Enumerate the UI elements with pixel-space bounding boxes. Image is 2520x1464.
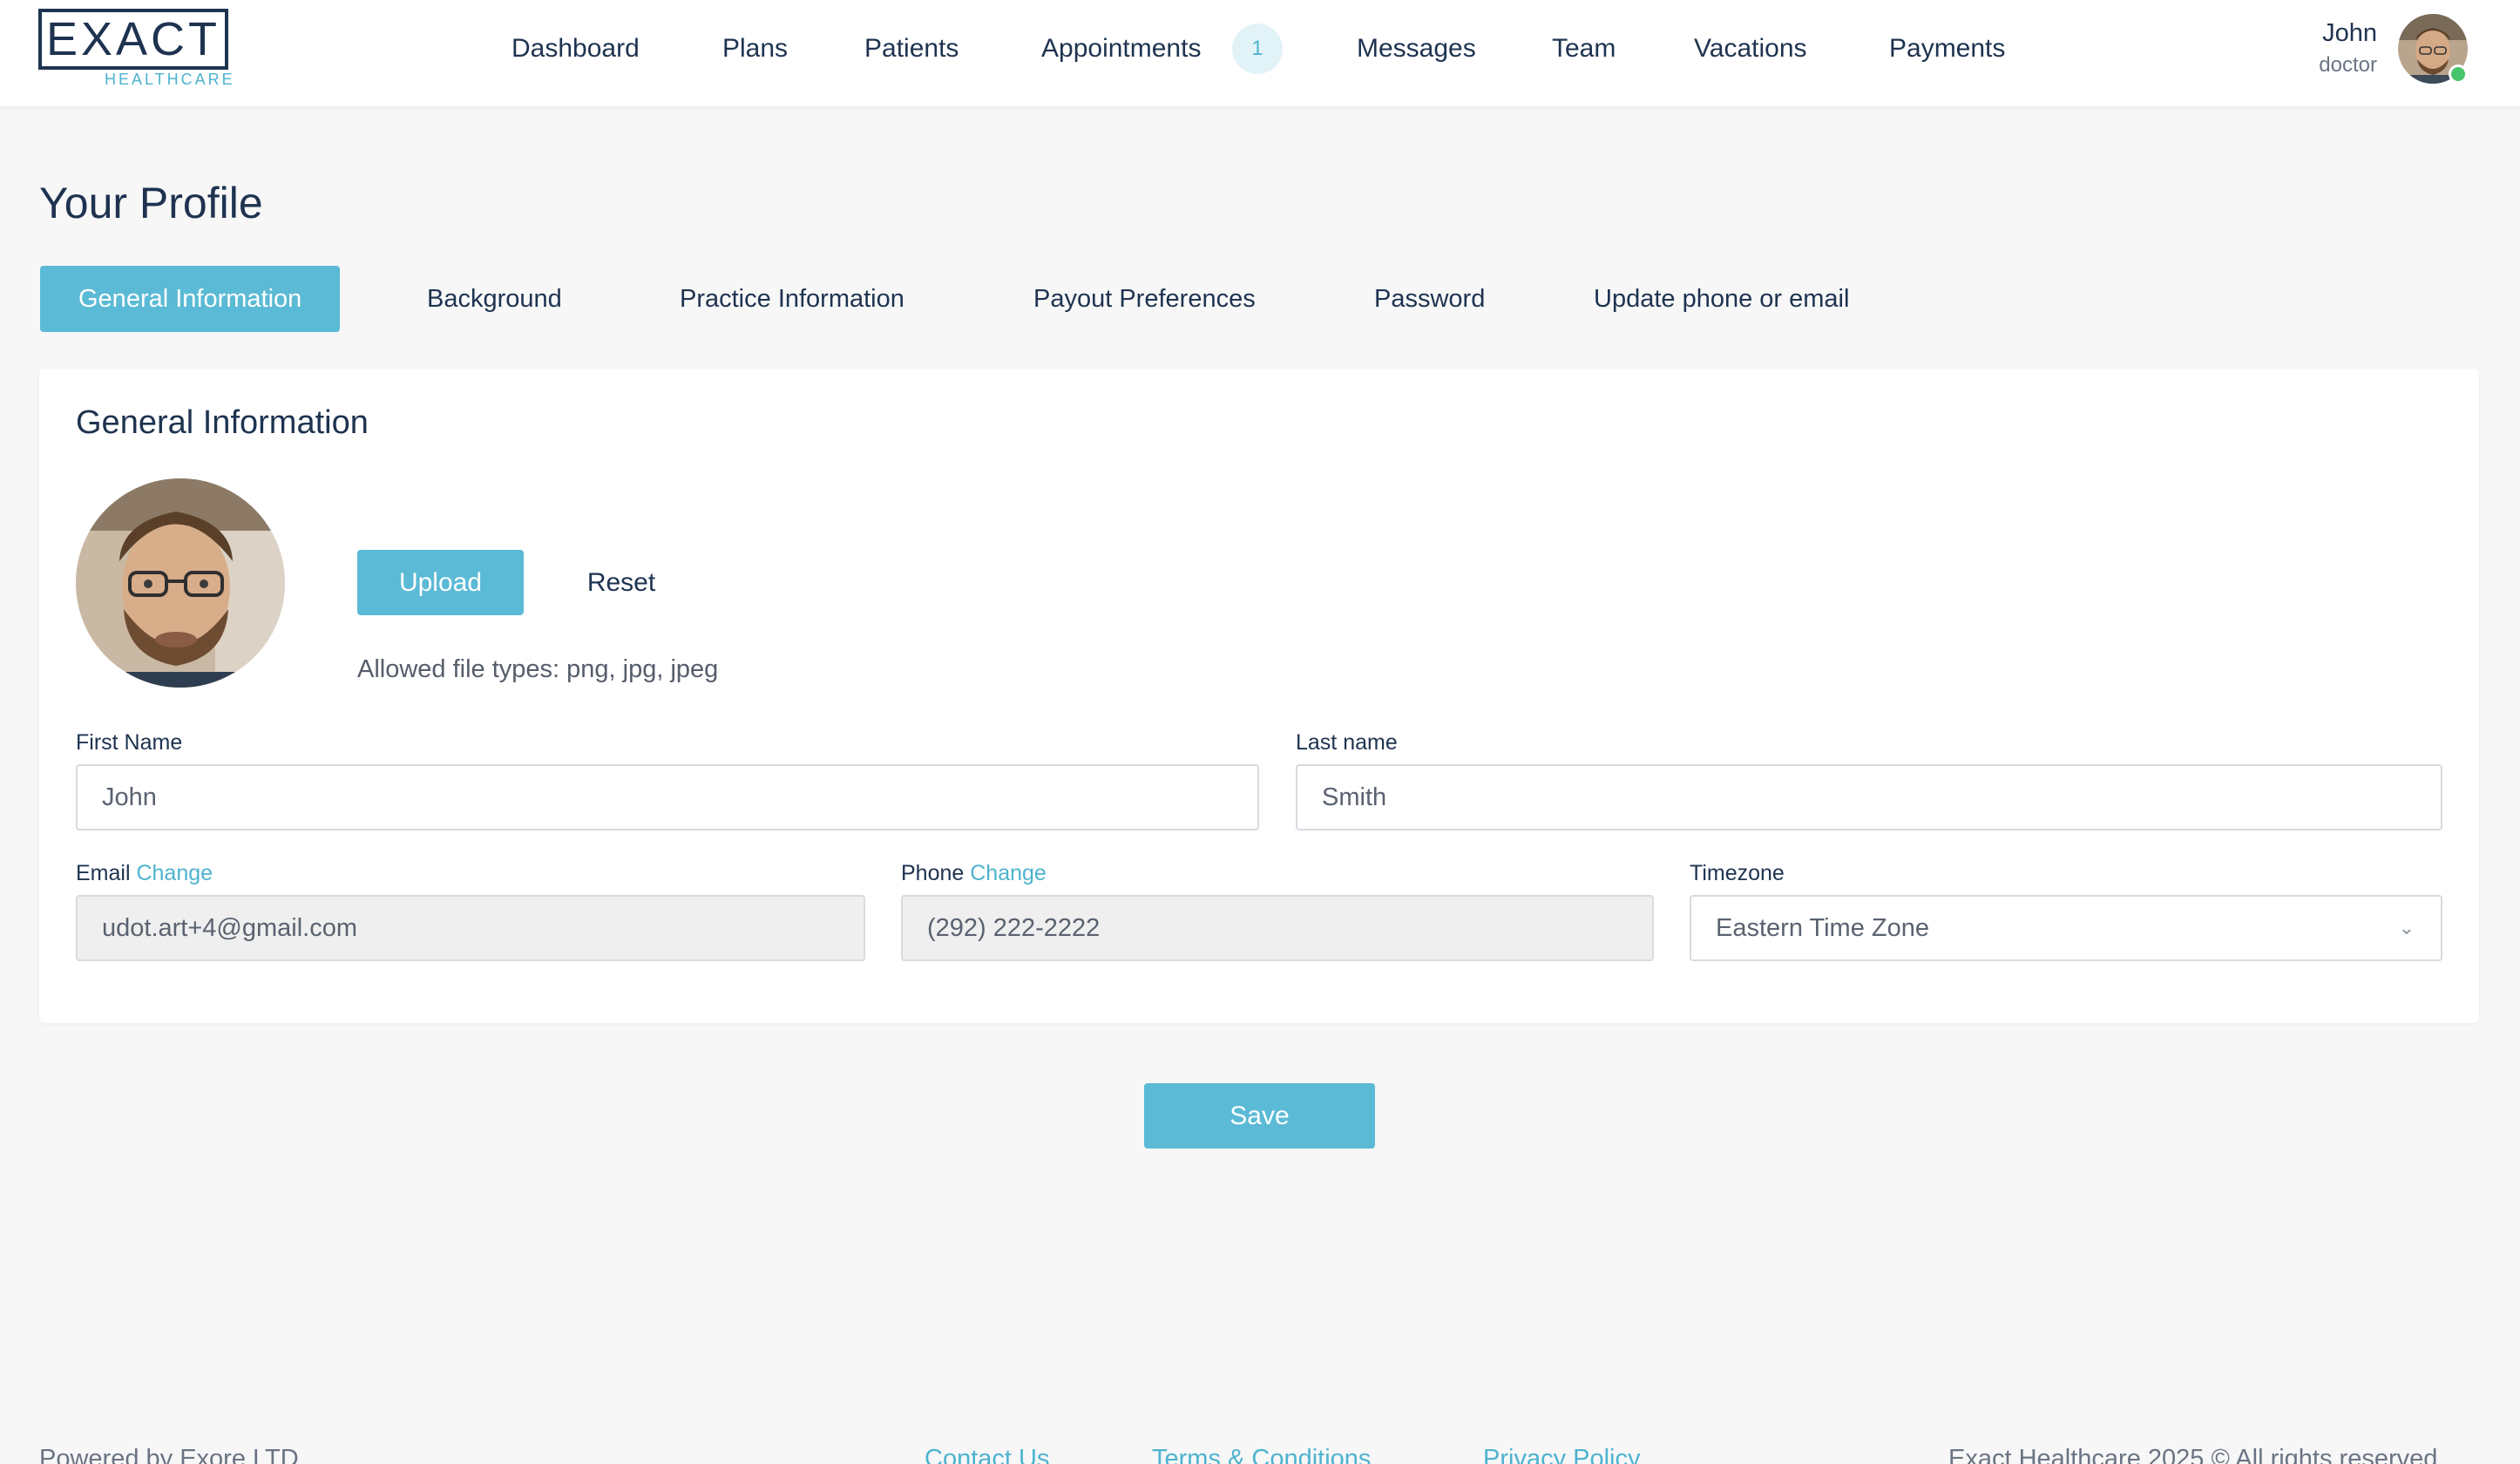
email-field: udot.art+4@gmail.com xyxy=(76,895,865,961)
first-name-input[interactable]: John xyxy=(76,764,1259,830)
last-name-label: Last name xyxy=(1296,730,1398,755)
first-name-label: First Name xyxy=(76,730,183,755)
privacy-policy-link[interactable]: Privacy Policy xyxy=(1483,1443,1641,1464)
tab-update-phone-or-email[interactable]: Update phone or email xyxy=(1594,266,1849,332)
phone-label: Phone xyxy=(901,861,965,885)
allowed-file-types-hint: Allowed file types: png, jpg, jpeg xyxy=(357,655,719,683)
nav-plans[interactable]: Plans xyxy=(722,31,788,66)
logo-wordmark: EXACT xyxy=(38,9,228,70)
profile-photo xyxy=(76,478,285,688)
phone-change-link[interactable]: Change xyxy=(970,861,1047,885)
tab-practice-information[interactable]: Practice Information xyxy=(680,266,904,332)
nav-dashboard[interactable]: Dashboard xyxy=(511,31,640,66)
tab-password[interactable]: Password xyxy=(1374,266,1485,332)
email-label: Email xyxy=(76,861,131,885)
timezone-select[interactable]: Eastern Time Zone ⌄ xyxy=(1690,895,2442,961)
user-name[interactable]: John xyxy=(2322,17,2377,49)
tab-payout-preferences[interactable]: Payout Preferences xyxy=(1033,266,1256,332)
nav-vacations[interactable]: Vacations xyxy=(1694,31,1807,66)
nav-team[interactable]: Team xyxy=(1552,31,1616,66)
page-title: Your Profile xyxy=(39,179,263,227)
email-change-link[interactable]: Change xyxy=(136,861,213,885)
nav-appointments[interactable]: Appointments xyxy=(1041,31,1201,66)
copyright-text: Exact Healthcare 2025 © All rights reser… xyxy=(1948,1445,2438,1464)
chevron-down-icon: ⌄ xyxy=(2398,917,2415,939)
nav-patients[interactable]: Patients xyxy=(864,31,959,66)
reset-photo-button[interactable]: Reset xyxy=(558,550,685,615)
email-label-row: Email Change xyxy=(76,859,213,887)
exact-healthcare-logo[interactable]: EXACT HEALTHCARE xyxy=(38,9,235,89)
tab-background[interactable]: Background xyxy=(427,266,562,332)
top-navbar: EXACT HEALTHCARE Dashboard Plans Patient… xyxy=(0,0,2520,106)
timezone-label: Timezone xyxy=(1690,861,1785,885)
upload-photo-button[interactable]: Upload xyxy=(357,550,524,615)
nav-messages[interactable]: Messages xyxy=(1357,31,1476,66)
terms-conditions-link[interactable]: Terms & Conditions xyxy=(1152,1443,1371,1464)
powered-by-text: Powered by Exore LTD xyxy=(39,1445,299,1464)
save-button[interactable]: Save xyxy=(1144,1083,1375,1149)
phone-field: (292) 222-2222 xyxy=(901,895,1654,961)
user-role: doctor xyxy=(2319,53,2377,77)
tab-general-information[interactable]: General Information xyxy=(40,266,341,332)
phone-label-row: Phone Change xyxy=(901,859,1047,887)
timezone-selected-value: Eastern Time Zone xyxy=(1716,914,1929,942)
section-title: General Information xyxy=(76,404,369,441)
appointments-count-badge: 1 xyxy=(1232,24,1283,74)
online-status-dot xyxy=(2449,64,2468,84)
profile-photo-icon xyxy=(76,478,285,688)
contact-us-link[interactable]: Contact Us xyxy=(925,1443,1049,1464)
last-name-input[interactable]: Smith xyxy=(1296,764,2442,830)
logo-subtitle: HEALTHCARE xyxy=(105,70,235,89)
nav-payments[interactable]: Payments xyxy=(1889,31,2005,66)
